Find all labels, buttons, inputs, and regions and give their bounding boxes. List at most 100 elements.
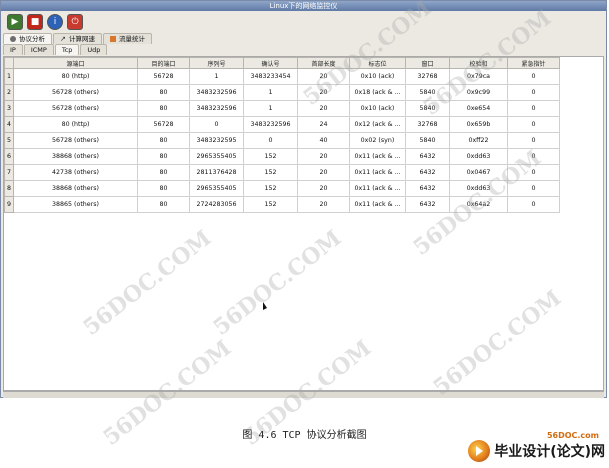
main-tabs: 协议分析 ↗ 计算网速 流量统计 — [1, 33, 606, 44]
table-cell: 0 — [507, 148, 560, 165]
tab-tcp[interactable]: Tcp — [54, 44, 80, 55]
column-header[interactable]: 源端口 — [13, 57, 138, 69]
table-cell: 3483232596 — [189, 84, 244, 101]
table-cell: 0x9c99 — [449, 84, 508, 101]
table-row[interactable]: 5 56728 (others) 80 3483232595 0 40 0x02 (syn)… — [4, 132, 560, 149]
table-cell: 0 — [507, 68, 560, 85]
table-cell: 20 — [297, 84, 350, 101]
table-cell: 0x0467 — [449, 164, 508, 181]
table-cell: 6432 — [405, 148, 450, 165]
table-cell: 0 — [507, 116, 560, 133]
table-cell: 0 — [507, 180, 560, 197]
table-cell: 2965355405 — [189, 148, 244, 165]
table-cell: 2724283056 — [189, 196, 244, 213]
protocol-tabs: IP ICMP Tcp Udp — [1, 44, 606, 55]
column-header[interactable]: 序列号 — [189, 57, 244, 69]
table-cell: 3483232595 — [189, 132, 244, 149]
tab-label: 流量统计 — [119, 35, 145, 43]
table-cell: 0x02 (syn) — [349, 132, 406, 149]
row-number: 3 — [4, 100, 14, 117]
table-cell: 6432 — [405, 164, 450, 181]
table-cell: 80 (http) — [13, 68, 138, 85]
table-cell: 0x18 (ack & ... — [349, 84, 406, 101]
stats-icon — [110, 36, 116, 42]
table-cell: 42738 (others) — [13, 164, 138, 181]
table-cell: 0 — [507, 132, 560, 149]
table-cell: 20 — [297, 68, 350, 85]
tab-label: 计算网速 — [69, 35, 95, 43]
tab-traffic-stats[interactable]: 流量统计 — [103, 33, 152, 44]
horizontal-scrollbar[interactable] — [3, 391, 604, 398]
table-cell: 152 — [243, 196, 298, 213]
table-cell: 56728 — [137, 68, 190, 85]
table-cell: 80 — [137, 100, 190, 117]
column-header[interactable]: 紧急指针 — [507, 57, 560, 69]
tab-network-speed[interactable]: ↗ 计算网速 — [53, 33, 102, 44]
table-cell: 24 — [297, 116, 350, 133]
table-row[interactable]: 8 38868 (others) 80 2965355405 152 20 0x11 (ac… — [4, 180, 560, 197]
table-cell: 32768 — [405, 68, 450, 85]
app-window: Linux下的网络监控仪 ▶ ■ i ⏻ 协议分析 ↗ 计算网速 流量统计 IP… — [0, 0, 607, 398]
table-row[interactable]: 3 56728 (others) 80 3483232596 1 20 0x10 (ack)… — [4, 100, 560, 117]
toolbar: ▶ ■ i ⏻ — [1, 11, 606, 33]
tab-icmp[interactable]: ICMP — [23, 44, 54, 55]
row-number: 6 — [4, 148, 14, 165]
row-number: 9 — [4, 196, 14, 213]
table-cell: 0x10 (ack) — [349, 68, 406, 85]
tab-udp[interactable]: Udp — [80, 44, 108, 55]
table-cell: 0 — [507, 100, 560, 117]
play-button[interactable]: ▶ — [7, 14, 23, 30]
column-header[interactable]: 目的端口 — [137, 57, 190, 69]
table-row[interactable]: 1 80 (http) 56728 1 3483233454 20 0x10 (ack) 32… — [4, 68, 560, 85]
table-cell: 5840 — [405, 100, 450, 117]
table-cell: 0xdd63 — [449, 180, 508, 197]
table-cell: 38868 (others) — [13, 148, 138, 165]
table-cell: 5840 — [405, 132, 450, 149]
row-number: 7 — [4, 164, 14, 181]
table-header-row: 源端口 目的端口 序列号 确认号 首部长度 标志位 窗口 校验和 紧急指针 — [4, 57, 560, 69]
table-cell: 2811376428 — [189, 164, 244, 181]
table-row[interactable]: 9 38865 (others) 80 2724283056 152 20 0x11 (ac… — [4, 196, 560, 213]
table-row[interactable]: 4 80 (http) 56728 0 3483232596 24 0x12 (ack & … — [4, 116, 560, 133]
stop-button[interactable]: ■ — [27, 14, 43, 30]
table-cell: 0 — [243, 132, 298, 149]
table-cell: 38868 (others) — [13, 180, 138, 197]
table-cell: 0 — [507, 196, 560, 213]
table-cell: 0x11 (ack & ... — [349, 164, 406, 181]
tab-protocol-analysis[interactable]: 协议分析 — [3, 33, 52, 44]
info-button[interactable]: i — [47, 14, 63, 30]
table-cell: 152 — [243, 164, 298, 181]
window-title: Linux下的网络监控仪 — [1, 1, 606, 11]
table-row[interactable]: 2 56728 (others) 80 3483232596 1 20 0x18 (ack … — [4, 84, 560, 101]
power-button[interactable]: ⏻ — [67, 14, 83, 30]
table-cell: 0xff22 — [449, 132, 508, 149]
column-header[interactable]: 窗口 — [405, 57, 450, 69]
table-cell: 0x64a2 — [449, 196, 508, 213]
table-cell: 0xe654 — [449, 100, 508, 117]
table-cell: 6432 — [405, 180, 450, 197]
tcp-packet-table: 源端口 目的端口 序列号 确认号 首部长度 标志位 窗口 校验和 紧急指针 1 8… — [4, 57, 560, 213]
table-cell: 80 (http) — [13, 116, 138, 133]
power-icon: ⏻ — [71, 17, 79, 27]
table-cell: 152 — [243, 180, 298, 197]
column-header[interactable]: 校验和 — [449, 57, 508, 69]
table-cell: 5840 — [405, 84, 450, 101]
table-cell: 1 — [189, 68, 244, 85]
column-header[interactable]: 确认号 — [243, 57, 298, 69]
tab-ip[interactable]: IP — [3, 44, 23, 55]
packet-table-area[interactable]: 源端口 目的端口 序列号 确认号 首部长度 标志位 窗口 校验和 紧急指针 1 8… — [3, 56, 604, 391]
table-row[interactable]: 6 38868 (others) 80 2965355405 152 20 0x11 (ac… — [4, 148, 560, 165]
table-cell: 0x11 (ack & ... — [349, 196, 406, 213]
table-cell: 20 — [297, 196, 350, 213]
column-header[interactable]: 首部长度 — [297, 57, 350, 69]
table-cell: 1 — [243, 84, 298, 101]
table-cell: 20 — [297, 100, 350, 117]
column-header[interactable]: 标志位 — [349, 57, 406, 69]
brand-url: 56DOC.com — [546, 431, 599, 440]
table-cell: 32768 — [405, 116, 450, 133]
table-cell: 20 — [297, 180, 350, 197]
table-cell: 1 — [243, 100, 298, 117]
gear-icon — [10, 36, 16, 42]
row-number: 5 — [4, 132, 14, 149]
table-row[interactable]: 7 42738 (others) 80 2811376428 152 20 0x11 (ac… — [4, 164, 560, 181]
